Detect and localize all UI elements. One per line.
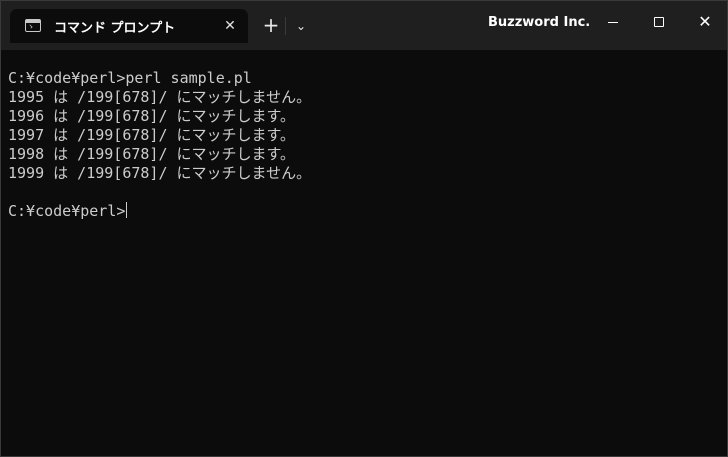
- organization-label: Buzzword Inc.: [488, 15, 591, 30]
- terminal-line: 1997 は /199[678]/ にマッチします。: [8, 126, 296, 144]
- maximize-button[interactable]: [636, 1, 682, 43]
- minimize-button[interactable]: [590, 1, 636, 43]
- window-close-icon: ✕: [698, 12, 712, 31]
- terminal-line: 1995 は /199[678]/ にマッチしません。: [8, 88, 312, 106]
- title-bar[interactable]: コマンド プロンプト ✕ + ⌄ Buzzword Inc. ✕: [1, 1, 727, 50]
- window-close-button[interactable]: ✕: [682, 1, 728, 43]
- tab-title: コマンド プロンプト: [54, 21, 176, 36]
- prompt-text: C:¥code¥perl>: [8, 202, 126, 220]
- minimize-icon: [608, 22, 618, 23]
- terminal-prompt-line[interactable]: C:¥code¥perl>: [8, 202, 128, 221]
- terminal-app-icon: [25, 19, 41, 32]
- terminal-window: コマンド プロンプト ✕ + ⌄ Buzzword Inc. ✕ C:¥code…: [0, 0, 728, 457]
- plus-icon[interactable]: +: [259, 14, 283, 38]
- terminal-line: C:¥code¥perl>perl sample.pl: [8, 69, 252, 87]
- text-cursor: [126, 202, 128, 218]
- tab-command-prompt[interactable]: コマンド プロンプト ✕: [10, 9, 248, 43]
- chevron-down-icon[interactable]: ⌄: [289, 14, 313, 38]
- terminal-line: 1998 は /199[678]/ にマッチします。: [8, 145, 296, 163]
- maximize-icon: [654, 17, 664, 27]
- terminal-line: 1999 は /199[678]/ にマッチしません。: [8, 164, 312, 182]
- tab-separator: [285, 17, 286, 35]
- terminal-line: 1996 は /199[678]/ にマッチします。: [8, 107, 296, 125]
- terminal-output[interactable]: C:¥code¥perl>perl sample.pl 1995 は /199[…: [1, 50, 727, 456]
- close-icon[interactable]: ✕: [218, 14, 242, 38]
